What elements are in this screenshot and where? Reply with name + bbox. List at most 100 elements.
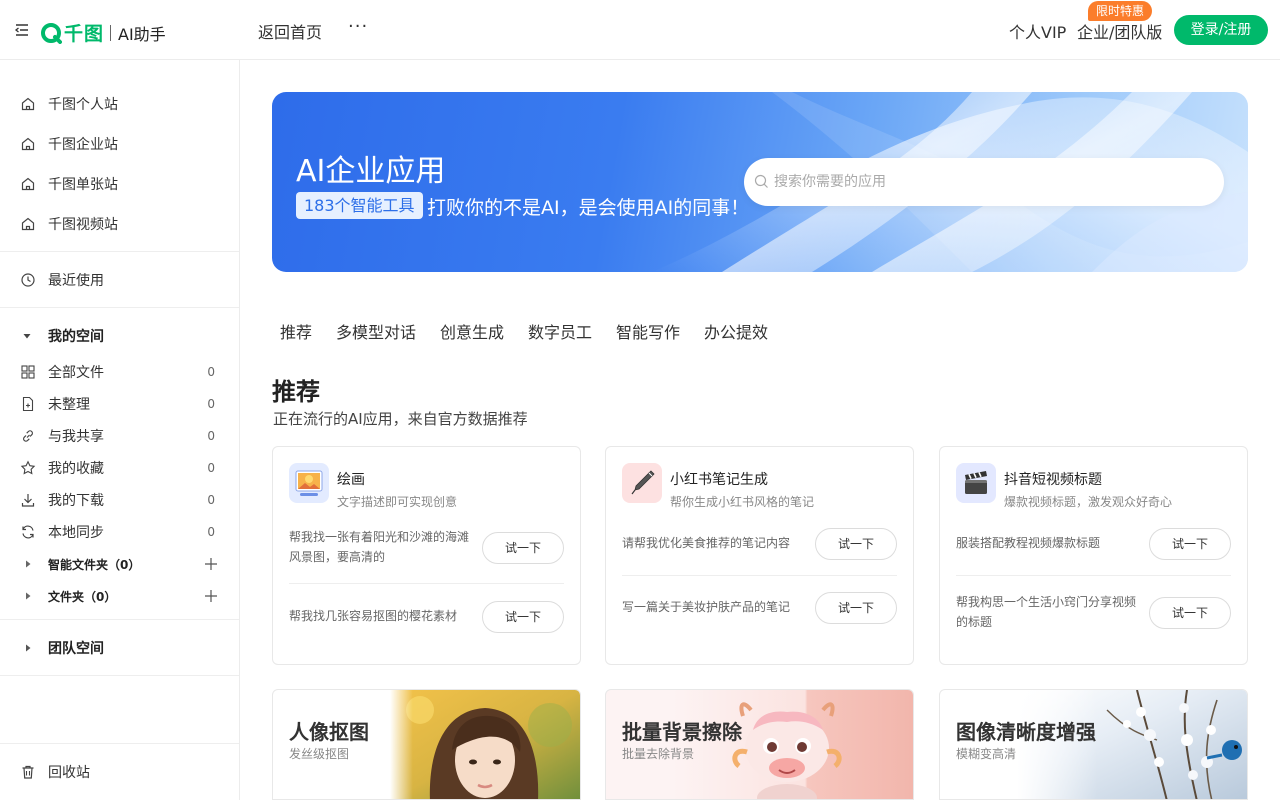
feature-card-image-enhance[interactable]: 图像清晰度增强 模糊变高清 (939, 689, 1248, 800)
sidebar-section-my-space[interactable]: 我的空间 (0, 320, 239, 352)
try-button[interactable]: 试一下 (815, 592, 897, 624)
card-title: 小红书笔记生成 (670, 472, 768, 488)
sidebar-item-label: 与我共享 (48, 429, 104, 445)
caret-down-icon (23, 334, 31, 339)
sidebar-item-label: 我的收藏 (48, 461, 104, 477)
feature-subtitle: 发丝级抠图 (289, 747, 350, 761)
caret-right-icon (26, 644, 31, 652)
sidebar-item-video-site[interactable]: 千图视频站 (0, 208, 239, 240)
more-menu-button[interactable]: ··· (348, 16, 368, 37)
try-button[interactable]: 试一下 (1149, 597, 1231, 629)
banner-title: AI企业应用 (296, 154, 446, 189)
sidebar-divider (0, 619, 239, 620)
add-smart-folder-icon[interactable] (204, 557, 218, 571)
tool-count-tag: 183个智能工具 (296, 192, 423, 219)
sidebar-item-downloads[interactable]: 我的下载 0 (0, 484, 239, 516)
sidebar-item-personal-site[interactable]: 千图个人站 (0, 88, 239, 120)
card-prompt[interactable]: 帮我找一张有着阳光和沙滩的海滩风景图，要高清的 (289, 527, 479, 567)
sidebar-item-shared[interactable]: 与我共享 0 (0, 420, 239, 452)
sidebar-item-folder[interactable]: 文件夹（0） (0, 580, 239, 612)
card-description: 帮你生成小红书风格的笔记 (670, 495, 815, 509)
card-divider (622, 575, 897, 576)
try-button[interactable]: 试一下 (1149, 528, 1231, 560)
sidebar-item-all-files[interactable]: 全部文件 0 (0, 356, 239, 388)
sidebar-section-label: 我的空间 (48, 329, 104, 345)
star-icon (20, 460, 36, 475)
qiantu-logo-icon (41, 22, 62, 44)
feature-card-batch-bg-erase[interactable]: 批量背景擦除 批量去除背景 (605, 689, 914, 800)
enterprise-link[interactable]: 企业/团队版 (1077, 19, 1162, 43)
snowy-branch-image (1017, 690, 1247, 799)
caret-right-icon (26, 560, 31, 568)
tab-digital-employee[interactable]: 数字员工 (528, 319, 592, 343)
sync-icon (22, 525, 34, 539)
feature-title: 图像清晰度增强 (956, 720, 1096, 744)
hero-banner: AI企业应用 183个智能工具 打败你的不是AI，是会使用AI的同事！ (272, 92, 1248, 272)
sidebar-section-team-space[interactable]: 团队空间 (0, 632, 239, 664)
search-icon (754, 174, 768, 188)
card-prompt[interactable]: 服装搭配教程视频爆款标题 (956, 533, 1146, 553)
tab-smart-writing[interactable]: 智能写作 (616, 319, 680, 343)
sidebar-item-trash[interactable]: 回收站 (0, 756, 239, 788)
tab-office-efficiency[interactable]: 办公提效 (704, 319, 768, 343)
promo-badge: 限时特惠 (1088, 1, 1153, 21)
card-prompt[interactable]: 请帮我优化美食推荐的笔记内容 (622, 533, 812, 553)
sidebar-item-favorites[interactable]: 我的收藏 0 (0, 452, 239, 484)
sidebar-item-label: 文件夹（0） (48, 589, 117, 604)
feature-card-portrait-cutout[interactable]: 人像抠图 发丝级抠图 (272, 689, 581, 800)
personal-vip-link[interactable]: 个人VIP (1009, 19, 1066, 43)
dragon-figure-image (673, 690, 913, 799)
home-icon (21, 217, 35, 231)
tab-multi-model-chat[interactable]: 多模型对话 (336, 319, 416, 343)
logo-divider (110, 24, 112, 41)
search-input[interactable] (774, 170, 1204, 194)
card-prompt[interactable]: 帮我找几张容易抠图的樱花素材 (289, 606, 479, 626)
sidebar-item-local-sync[interactable]: 本地同步 0 (0, 516, 239, 548)
card-prompt[interactable]: 帮我构思一个生活小窍门分享视频的标题 (956, 592, 1146, 632)
sidebar-item-label: 智能文件夹（0） (48, 557, 141, 572)
sidebar-item-single-site[interactable]: 千图单张站 (0, 168, 239, 200)
try-button[interactable]: 试一下 (482, 601, 564, 633)
logo-subtitle: AI助手 (118, 24, 166, 44)
card-description: 文字描述即可实现创意 (337, 495, 458, 509)
login-register-button[interactable]: 登录/注册 (1174, 15, 1268, 45)
try-button[interactable]: 试一下 (482, 532, 564, 564)
card-prompt[interactable]: 写一篇关于美妆护肤产品的笔记 (622, 597, 812, 617)
clapperboard-app-icon (956, 463, 996, 503)
sidebar-item-recent[interactable]: 最近使用 (0, 264, 239, 296)
sidebar-divider (0, 307, 239, 308)
menu-collapse-icon[interactable] (14, 22, 30, 38)
sidebar-item-smart-folder[interactable]: 智能文件夹（0） (0, 548, 239, 580)
file-count: 0 (207, 365, 215, 379)
home-icon (21, 137, 35, 151)
feature-subtitle: 批量去除背景 (622, 747, 695, 761)
feature-subtitle: 模糊变高清 (956, 747, 1017, 761)
tab-recommend[interactable]: 推荐 (280, 319, 312, 343)
sidebar-item-enterprise-site[interactable]: 千图企业站 (0, 128, 239, 160)
sidebar-item-label: 最近使用 (48, 273, 104, 289)
app-logo[interactable]: 千图 AI助手 (40, 19, 166, 46)
home-icon (21, 97, 35, 111)
file-count: 0 (207, 397, 215, 411)
sidebar-item-unsorted[interactable]: 未整理 0 (0, 388, 239, 420)
caret-right-icon (26, 592, 31, 600)
pen-app-icon (622, 463, 662, 503)
sidebar-item-label: 回收站 (48, 765, 90, 781)
app-card-douyin-title: 抖音短视频标题 爆款视频标题，激发观众好奇心 服装搭配教程视频爆款标题 试一下 … (939, 446, 1248, 665)
document-icon (22, 396, 34, 412)
sidebar-item-label: 我的下载 (48, 493, 104, 509)
clock-icon (21, 273, 35, 287)
sidebar-item-label: 千图企业站 (48, 137, 118, 153)
back-home-link[interactable]: 返回首页 (258, 19, 322, 43)
sidebar-item-label: 本地同步 (48, 525, 104, 541)
sidebar-item-label: 千图单张站 (48, 177, 118, 193)
add-folder-icon[interactable] (204, 589, 218, 603)
try-button[interactable]: 试一下 (815, 528, 897, 560)
logo-text: 千图 (64, 23, 105, 45)
file-count: 0 (207, 429, 215, 443)
portrait-photo (390, 690, 580, 799)
sidebar-divider (0, 743, 239, 744)
app-search-box[interactable] (744, 158, 1224, 206)
card-title: 绘画 (337, 472, 365, 488)
tab-creative-generation[interactable]: 创意生成 (440, 319, 504, 343)
